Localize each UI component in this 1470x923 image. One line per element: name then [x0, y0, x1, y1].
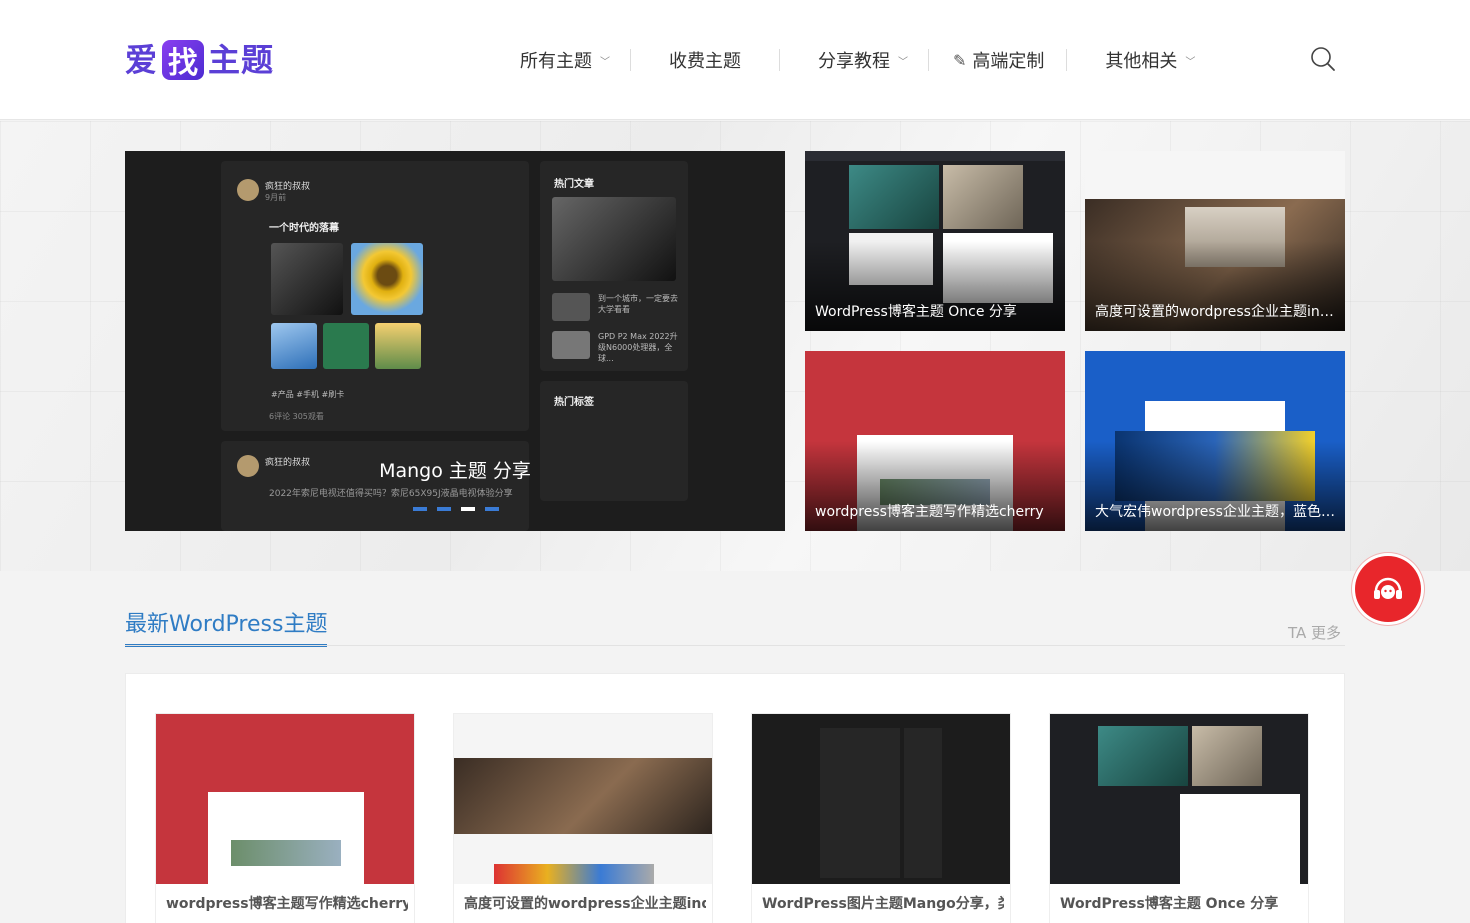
thumbnail: [271, 243, 343, 315]
card-title: WordPress图片主题Mango分享，类似小红书: [762, 896, 1004, 912]
brush-icon: ✎: [953, 50, 967, 70]
logo-badge: 找: [162, 40, 205, 81]
nav-label: 所有主题: [520, 51, 592, 72]
featured-tile[interactable]: 高度可设置的wordpress企业主题indigo分享: [1085, 151, 1345, 331]
thumbnail: [351, 243, 423, 315]
site-logo[interactable]: 爱 找 主题: [125, 40, 275, 81]
mock-stats: 6评论 305观看: [269, 412, 324, 421]
customer-service-button[interactable]: [1355, 556, 1421, 622]
nav-all-themes[interactable]: 所有主题 ﹀: [500, 40, 630, 80]
search-icon[interactable]: [1310, 46, 1336, 72]
card-title: WordPress博客主题 Once 分享: [1060, 896, 1279, 912]
chevron-down-icon: ﹀: [898, 56, 908, 68]
mock-hot-item: 到一个城市，一定要去大学看看: [598, 294, 678, 314]
mock-time: 9月前: [265, 193, 287, 202]
featured-tile[interactable]: wordpress博客主题写作精选cherry: [805, 351, 1065, 531]
slider-dot[interactable]: [413, 507, 427, 511]
card-image: [1050, 714, 1308, 884]
theme-card[interactable]: WordPress博客主题 Once 分享: [1049, 713, 1309, 923]
thumbnail: [271, 323, 317, 369]
card-image: [752, 714, 1010, 884]
site-header: 爱 找 主题 所有主题 ﹀ 收费主题 分享教程 ﹀ ✎ 高端定制 其他相关 ﹀: [0, 0, 1470, 120]
mock-hot-tags-title: 热门标签: [554, 397, 594, 408]
mock-author: 疯狂的叔叔: [265, 182, 311, 192]
mock-hot-title: 热门文章: [554, 179, 594, 190]
nav-label: 高端定制: [972, 51, 1045, 72]
chevron-down-icon: ﹀: [1185, 56, 1196, 68]
slider-dot[interactable]: [485, 507, 499, 511]
thumbnail: [552, 197, 676, 281]
theme-card[interactable]: 高度可设置的wordpress企业主题indigo分享: [453, 713, 713, 923]
slider-caption[interactable]: Mango 主题 分享: [125, 456, 785, 483]
nav-label: 分享教程: [818, 51, 890, 72]
logo-right-text: 主题: [208, 41, 275, 79]
theme-card[interactable]: wordpress博客主题写作精选cherry: [155, 713, 415, 923]
tile-caption: 大气宏伟wordpress企业主题，蓝色营销型企业模板: [1095, 504, 1339, 520]
nav-custom[interactable]: ✎ 高端定制: [929, 40, 1066, 80]
nav-label: 其他相关: [1105, 51, 1178, 72]
nav-paid-themes[interactable]: 收费主题: [631, 40, 779, 80]
nav-label: 收费主题: [669, 51, 741, 72]
tile-caption: WordPress博客主题 Once 分享: [815, 304, 1017, 320]
mock-hot-tags: 热门标签: [540, 381, 688, 501]
main-nav: 所有主题 ﹀ 收费主题 分享教程 ﹀ ✎ 高端定制 其他相关 ﹀: [500, 40, 1215, 80]
mock-tags: #产品 #手机 #刷卡: [271, 390, 345, 399]
featured-tile[interactable]: 大气宏伟wordpress企业主题，蓝色营销型企业模板: [1085, 351, 1345, 531]
logo-left-text: 爱: [125, 41, 159, 79]
slider-dot-active[interactable]: [461, 507, 475, 511]
mock-post-card: 疯狂的叔叔 9月前 一个时代的落幕 #产品 #手机 #刷卡 6评论 305观看: [221, 161, 529, 431]
tile-caption: 高度可设置的wordpress企业主题indigo分享: [1095, 304, 1339, 320]
thumbnail: [323, 323, 369, 369]
section-title: 最新WordPress主题: [125, 606, 328, 647]
card-title: 高度可设置的wordpress企业主题indigo分享: [464, 896, 706, 912]
nav-tutorials[interactable]: 分享教程 ﹀: [780, 40, 928, 80]
nav-other[interactable]: 其他相关 ﹀: [1067, 40, 1215, 80]
chevron-down-icon: ﹀: [600, 56, 610, 68]
thumbnail: [552, 293, 590, 321]
mock-post-title: 2022年索尼电视还值得买吗？索尼65X95J液晶电视体验分享: [269, 489, 513, 499]
slider-pagination: [413, 507, 499, 511]
section-divider: [125, 645, 1345, 646]
more-link[interactable]: TA 更多: [1288, 622, 1341, 643]
mock-hot-item: GPD P2 Max 2022升级N6000处理器，全球...: [598, 332, 678, 363]
mock-hot-articles: 热门文章 到一个城市，一定要去大学看看 GPD P2 Max 2022升级N60…: [540, 161, 688, 371]
mock-post-title: 一个时代的落幕: [269, 223, 339, 234]
theme-card[interactable]: WordPress图片主题Mango分享，类似小红书: [751, 713, 1011, 923]
card-title: wordpress博客主题写作精选cherry: [166, 896, 408, 912]
slider-dot[interactable]: [437, 507, 451, 511]
featured-slider[interactable]: 疯狂的叔叔 9月前 一个时代的落幕 #产品 #手机 #刷卡 6评论 305观看 …: [125, 151, 785, 531]
thumbnail: [375, 323, 421, 369]
tile-caption: wordpress博客主题写作精选cherry: [815, 504, 1044, 520]
mock-post-card-2: 疯狂的叔叔 2022年索尼电视还值得买吗？索尼65X95J液晶电视体验分享: [221, 441, 529, 531]
thumbnail: [552, 331, 590, 359]
card-image: [156, 714, 414, 884]
card-image: [454, 714, 712, 884]
avatar: [237, 179, 259, 201]
headset-icon: [1374, 577, 1402, 599]
featured-tile[interactable]: WordPress博客主题 Once 分享: [805, 151, 1065, 331]
